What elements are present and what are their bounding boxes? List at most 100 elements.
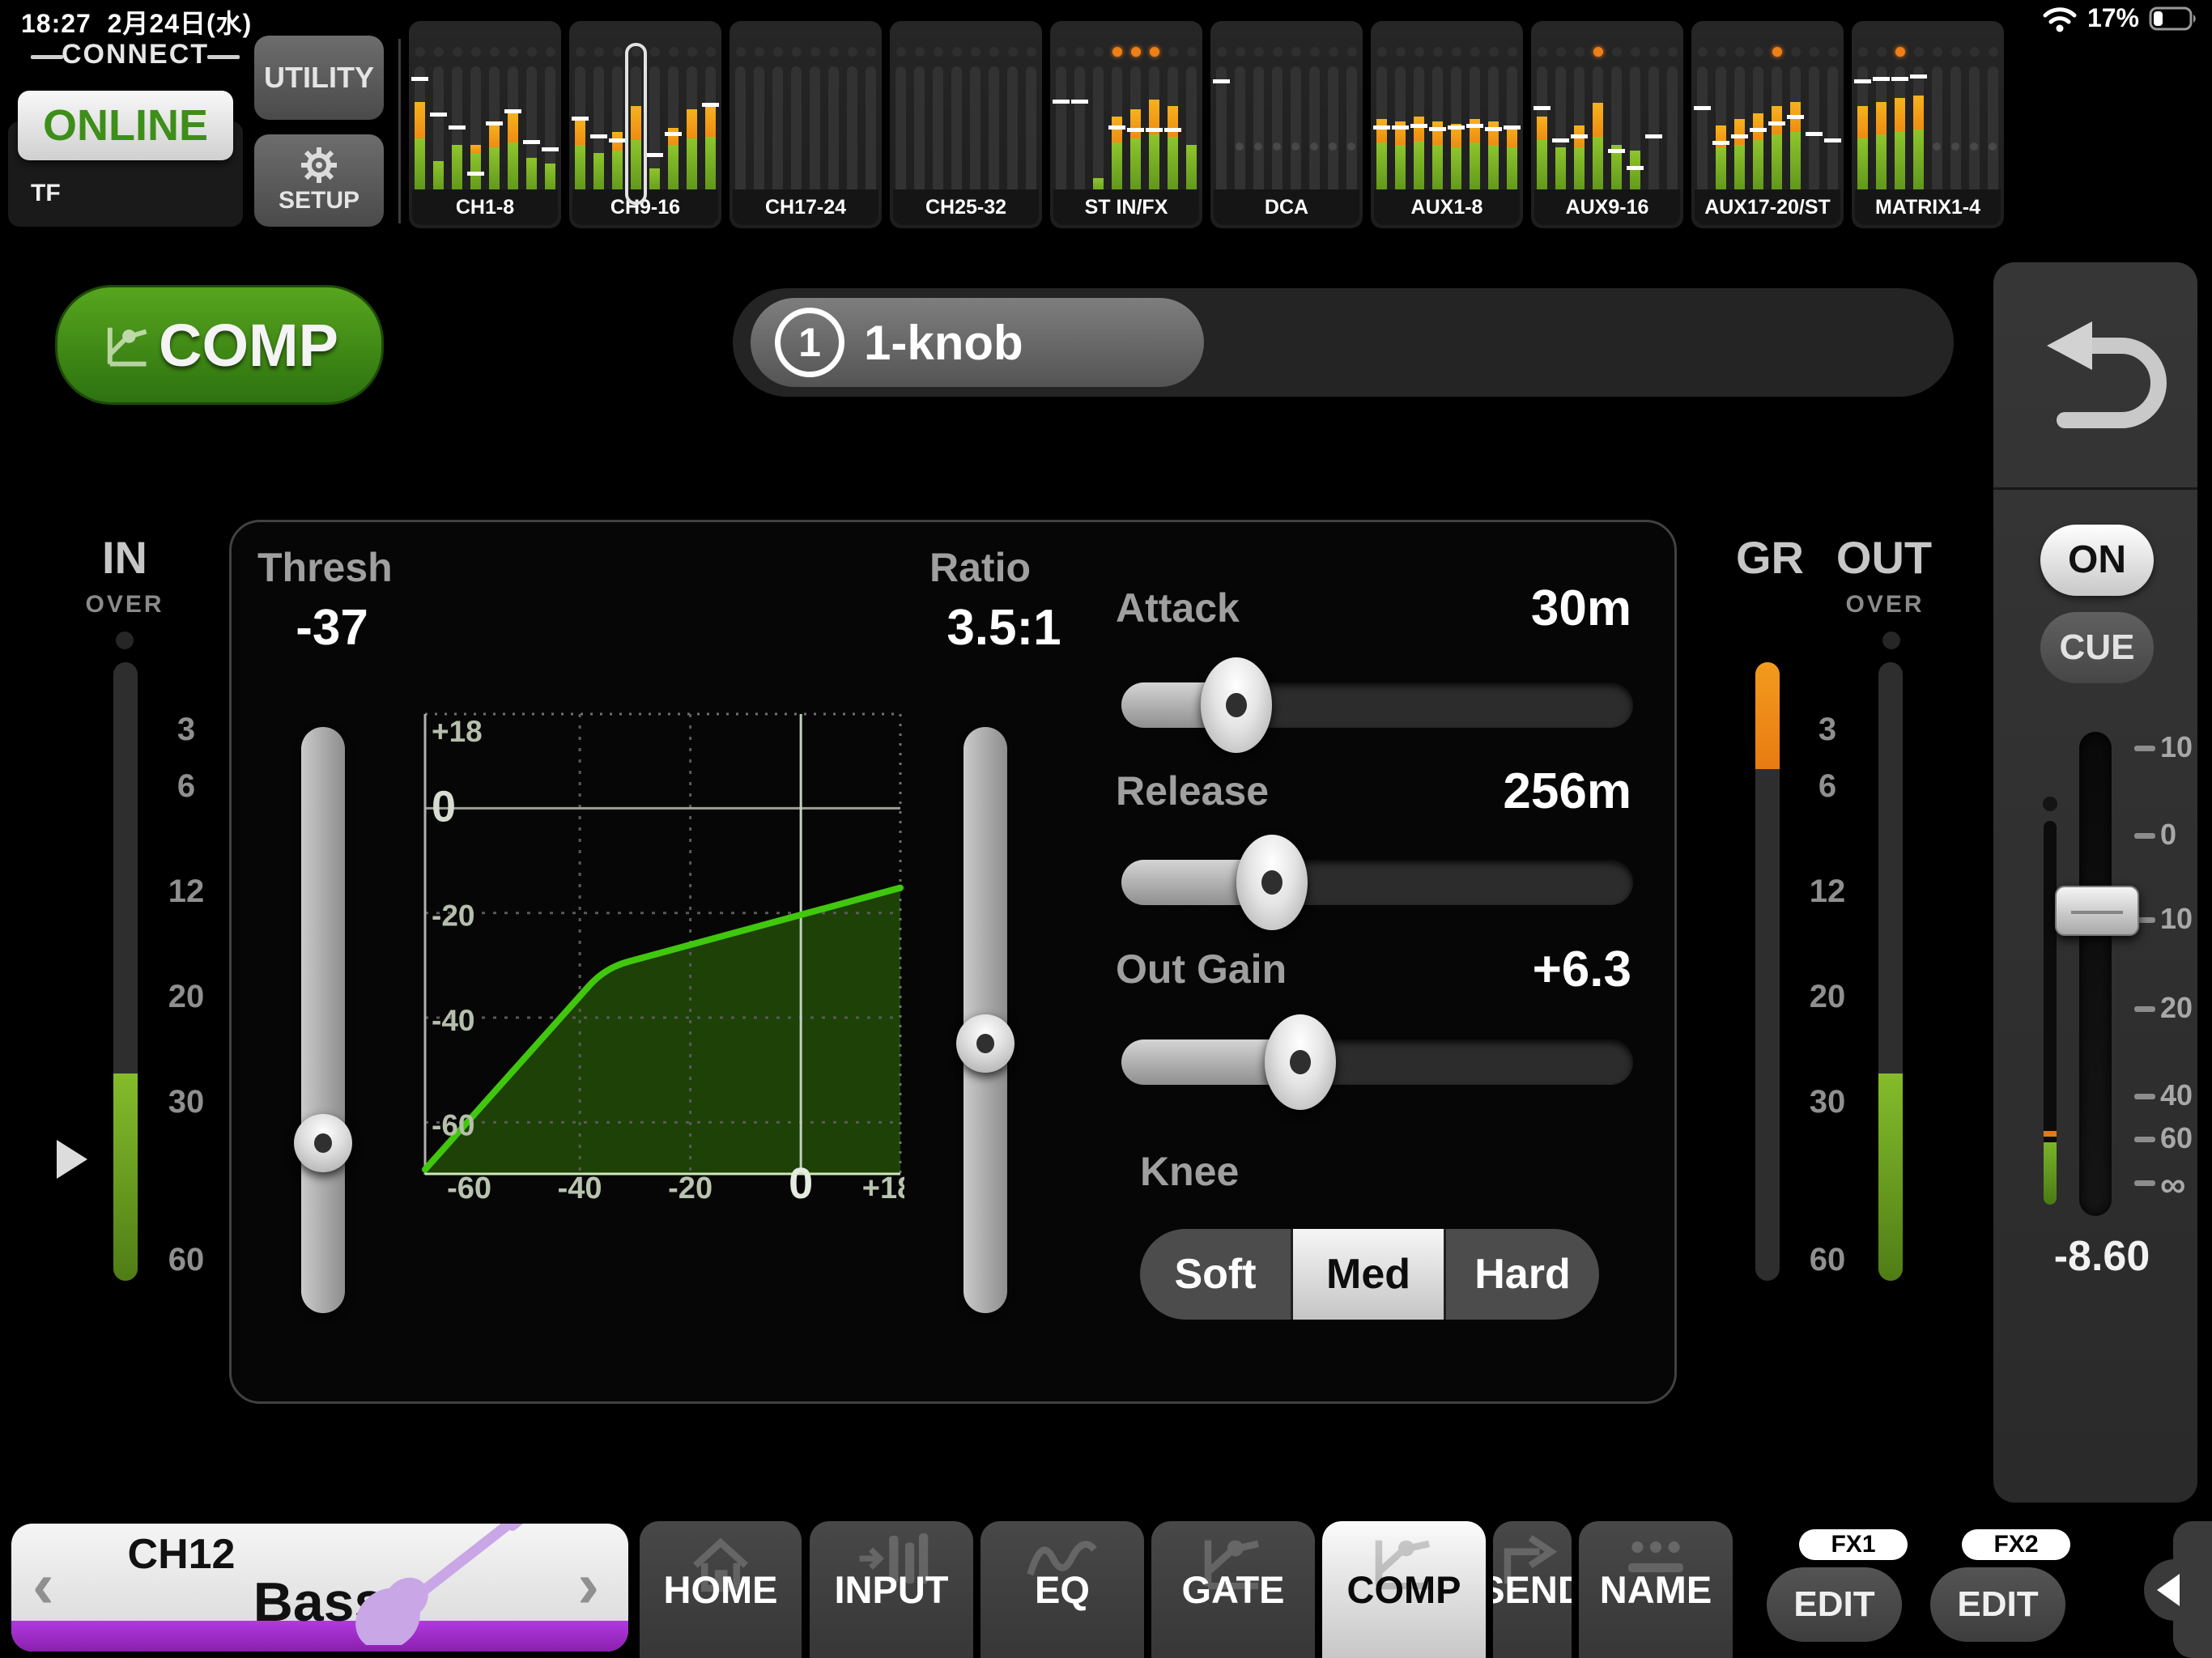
fader-position-tick (609, 138, 626, 143)
channel-on-button[interactable]: ON (2040, 525, 2154, 596)
tab-input[interactable]: INPUT (810, 1521, 973, 1658)
placeholder-dot (1989, 142, 1997, 151)
peak-led (1056, 47, 1066, 57)
level-meter (1074, 66, 1085, 198)
level-meter (895, 66, 906, 198)
collapse-left-icon (2157, 1574, 2180, 1606)
out-gain-slider-knob[interactable] (1265, 1014, 1337, 1110)
fader-position-tick (430, 112, 447, 117)
fader-position-tick (590, 134, 607, 139)
expand-arrow-icon[interactable] (57, 1140, 87, 1179)
fx2-label: FX2 (1962, 1529, 2070, 1560)
channel-meter (1466, 44, 1483, 206)
channel-meter (1552, 44, 1569, 206)
meter-block-dca[interactable]: DCA (1210, 21, 1363, 228)
comp-badge-label: COMP (159, 311, 338, 379)
tab-send[interactable]: SEND (1493, 1521, 1572, 1658)
release-slider[interactable] (1121, 860, 1633, 905)
channel-meter (1429, 44, 1446, 206)
prev-channel-button[interactable]: ‹ (32, 1548, 54, 1622)
fader-handle[interactable] (2055, 886, 2139, 937)
peak-led (1253, 47, 1264, 57)
fader-position-tick (1731, 134, 1748, 139)
svg-text:-40: -40 (558, 1171, 602, 1205)
meter-block-ch9-16[interactable]: CH9-16 (569, 21, 721, 228)
channel-meter (1947, 44, 1964, 206)
thresh-slider[interactable] (301, 727, 345, 1313)
meter-block-label: AUX9-16 (1534, 189, 1680, 225)
fader-scale-label: 10 (2160, 902, 2193, 935)
attack-slider-knob[interactable] (1201, 657, 1273, 753)
peak-led (1235, 47, 1245, 57)
channel-meter (1004, 44, 1021, 206)
level-meter (1716, 66, 1726, 198)
selected-channel-card[interactable]: CH12 Bass ‹ › (11, 1524, 628, 1652)
one-knob-button[interactable]: 1 1-knob (751, 298, 1204, 387)
level-meter (1630, 66, 1640, 198)
meter-scale-label: 30 (168, 1084, 205, 1120)
channel-meter (646, 44, 663, 206)
meter-block-st-in-fx[interactable]: ST IN/FX (1050, 21, 1202, 228)
back-button[interactable] (1993, 262, 2197, 490)
input-tab-icon (859, 1533, 929, 1584)
attack-slider[interactable] (1121, 682, 1633, 728)
fader-track[interactable] (2079, 732, 2112, 1216)
online-button[interactable]: ONLINE (18, 91, 233, 160)
ratio-slider-knob[interactable] (956, 1014, 1015, 1073)
peak-led (1309, 47, 1320, 57)
tab-gate[interactable]: GATE (1151, 1521, 1315, 1658)
channel-meter (1891, 44, 1908, 206)
setup-label: SETUP (278, 187, 360, 214)
knee-option-soft[interactable]: Soft (1140, 1229, 1293, 1320)
peak-led (1827, 47, 1838, 57)
setup-button[interactable]: SETUP (254, 134, 384, 227)
channel-meter (769, 44, 786, 206)
peak-led (735, 47, 746, 57)
channel-meter (788, 44, 805, 206)
meter-block-ch1-8[interactable]: CH1-8 (409, 21, 561, 228)
level-meter (1507, 66, 1517, 198)
channel-meter (1664, 44, 1681, 206)
knee-option-hard[interactable]: Hard (1446, 1229, 1599, 1320)
level-meter (828, 66, 839, 198)
peak-led (1809, 47, 1819, 57)
peak-led (1593, 47, 1603, 57)
fader-position-tick (1552, 138, 1569, 143)
utility-button[interactable]: UTILITY (254, 36, 384, 120)
tab-eq[interactable]: EQ (981, 1521, 1144, 1658)
meter-block-ch17-24[interactable]: CH17-24 (730, 21, 882, 228)
knee-option-med[interactable]: Med (1293, 1229, 1446, 1320)
channel-meter (542, 44, 559, 206)
meter-block-ch25-32[interactable]: CH25-32 (890, 21, 1042, 228)
meter-block-label: CH1-8 (412, 189, 558, 225)
fader-position-tick (486, 121, 503, 126)
channel-meter (1694, 44, 1711, 206)
fx2-edit-button[interactable]: EDIT (1930, 1567, 2065, 1642)
channel-meter (1806, 44, 1823, 206)
release-slider-knob[interactable] (1236, 835, 1308, 930)
level-meter (1574, 66, 1585, 198)
peak-led (1555, 47, 1566, 57)
fader-scale-label: 20 (2160, 991, 2193, 1024)
out-meter-fill (1878, 1073, 1903, 1281)
meter-block-aux17-20-st[interactable]: AUX17-20/ST (1691, 21, 1844, 228)
out-gain-slider[interactable] (1121, 1039, 1633, 1085)
meter-block-aux1-8[interactable]: AUX1-8 (1371, 21, 1523, 228)
meter-block-aux9-16[interactable]: AUX9-16 (1531, 21, 1683, 228)
peak-led (649, 47, 660, 57)
cue-button[interactable]: CUE (2040, 612, 2154, 683)
gr-meter (1755, 662, 1780, 1281)
fx1-edit-button[interactable]: EDIT (1767, 1567, 1902, 1642)
peak-led (1950, 47, 1961, 57)
peak-led (895, 47, 906, 57)
meter-block-matrix1-4[interactable]: MATRIX1-4 (1852, 21, 2004, 228)
level-meter (1969, 66, 1980, 198)
peak-led (1611, 47, 1622, 57)
thresh-slider-knob[interactable] (294, 1114, 352, 1173)
channel-meter (1448, 44, 1465, 206)
return-arrow-icon (2047, 321, 2167, 428)
next-channel-button[interactable]: › (577, 1548, 599, 1622)
tab-home[interactable]: HOME (640, 1521, 802, 1658)
tab-name[interactable]: NAME (1579, 1521, 1733, 1658)
tab-comp[interactable]: COMP (1322, 1521, 1486, 1658)
